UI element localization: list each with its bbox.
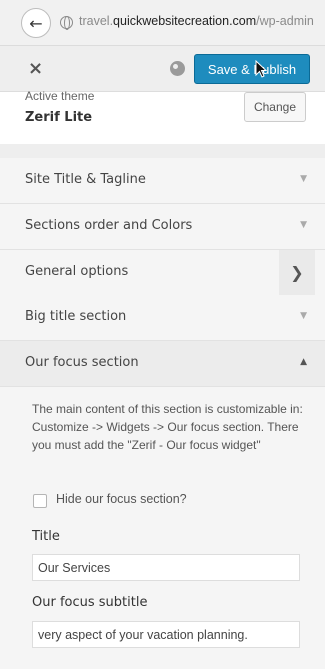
- globe-icon: [60, 16, 73, 30]
- hide-focus-checkbox[interactable]: [33, 494, 47, 508]
- triangle-down-icon: ▼: [300, 220, 307, 230]
- back-button[interactable]: ←: [21, 8, 51, 38]
- back-arrow-icon: ←: [29, 13, 43, 33]
- title-input[interactable]: Our Services: [32, 554, 300, 581]
- loading-spinner-icon: [170, 61, 185, 76]
- theme-name: Zerif Lite: [25, 110, 93, 125]
- triangle-down-icon: ▼: [300, 174, 307, 184]
- section-site-title-tagline[interactable]: Site Title & Tagline ▼: [0, 158, 325, 204]
- active-theme-label: Active theme: [25, 89, 95, 103]
- section-general-options[interactable]: General options ❯: [0, 250, 325, 296]
- focus-description: The main content of this section is cust…: [32, 402, 303, 452]
- address-field[interactable]: travel.quickwebsitecreation.com/wp-admin: [79, 14, 314, 28]
- customizer-header: × Save & Publish: [0, 46, 325, 92]
- mouse-cursor-icon: [255, 60, 267, 78]
- browser-url-bar: ← travel.quickwebsitecreation.com/wp-adm…: [0, 0, 325, 46]
- subtitle-field-label: Our focus subtitle: [32, 595, 148, 610]
- section-label: Site Title & Tagline: [25, 172, 146, 187]
- section-our-focus[interactable]: Our focus section ▲: [0, 341, 325, 387]
- close-button[interactable]: ×: [28, 58, 43, 79]
- divider: [0, 144, 325, 158]
- section-label: General options: [25, 264, 129, 279]
- section-label: Big title section: [25, 309, 127, 324]
- triangle-down-icon: ▼: [300, 311, 307, 321]
- subtitle-input[interactable]: very aspect of your vacation planning.: [32, 621, 300, 648]
- title-field-label: Title: [32, 529, 60, 544]
- active-theme-panel: Active theme Zerif Lite Change: [0, 89, 325, 144]
- section-label: Sections order and Colors: [25, 218, 193, 233]
- save-publish-button[interactable]: Save & Publish: [194, 54, 310, 84]
- section-order-colors[interactable]: Sections order and Colors ▼: [0, 204, 325, 250]
- change-theme-button[interactable]: Change: [244, 92, 306, 122]
- hide-focus-label: Hide our focus section?: [56, 492, 187, 506]
- section-label: Our focus section: [25, 355, 139, 370]
- our-focus-panel: The main content of this section is cust…: [0, 387, 325, 669]
- section-big-title[interactable]: Big title section ▼: [0, 295, 325, 341]
- chevron-right-icon[interactable]: ❯: [279, 250, 315, 295]
- triangle-up-icon: ▲: [300, 357, 307, 367]
